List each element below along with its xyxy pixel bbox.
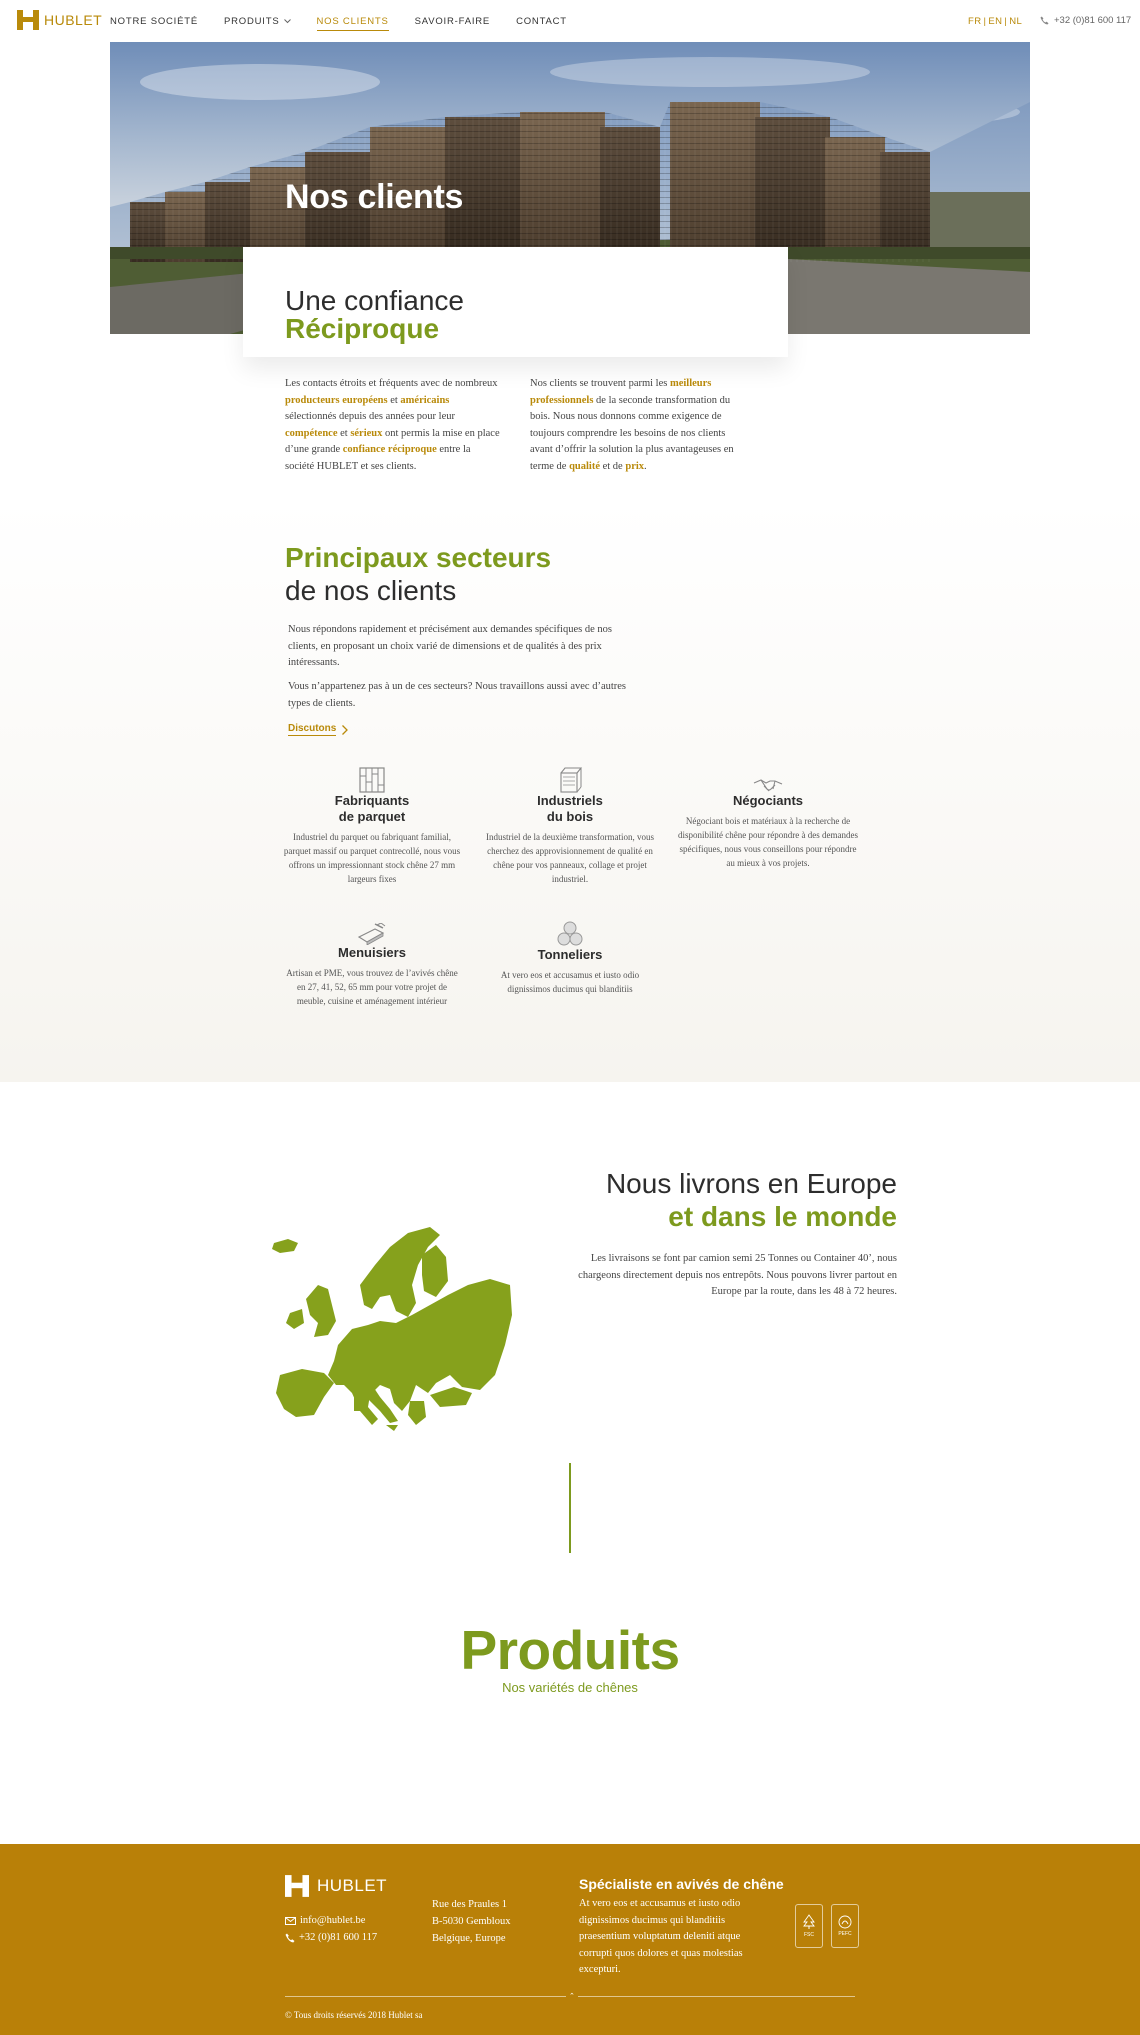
footer-email[interactable]: info@hublet.be — [285, 1912, 377, 1929]
sector-tile-negociants: Négociants Négociant bois et matériaux à… — [678, 779, 858, 870]
footer-logo[interactable]: HUBLET — [285, 1875, 387, 1897]
address-line: Belgique, Europe — [432, 1933, 506, 1944]
sector-tile-tonneliers: Tonneliers At vero eos et accusamus et i… — [480, 921, 660, 996]
footer-address: Rue des Praules 1 B-5030 Gembloux Belgiq… — [432, 1896, 510, 1947]
sectors-title-line2: de nos clients — [285, 575, 457, 606]
discutons-link[interactable]: Discutons — [288, 723, 349, 736]
chevron-right-icon — [342, 724, 349, 735]
products-subtitle: Nos variétés de chênes — [502, 1680, 638, 1695]
address-line: B-5030 Gembloux — [432, 1916, 511, 1927]
footer-contact: info@hublet.be +32 (0)81 600 117 — [285, 1912, 377, 1946]
sector-title: Tonneliers — [537, 947, 603, 962]
lang-separator: | — [1004, 16, 1008, 27]
intro-text-right: Nos clients se trouvent parmi les meille… — [530, 376, 740, 475]
highlight-text: prix — [625, 460, 645, 472]
europe-text: Les livraisons se font par camion semi 2… — [578, 1253, 897, 1297]
fsc-label: FSC — [804, 1932, 814, 1938]
highlight-text: américains — [400, 394, 450, 406]
body-text: sélectionnés depuis des années pour leur — [285, 411, 455, 422]
body-text: Nos clients se trouvent parmi les — [530, 378, 670, 389]
discutons-label: Discutons — [288, 723, 337, 736]
sector-title: Industriels du bois — [537, 793, 603, 824]
lang-fr[interactable]: FR — [968, 16, 981, 27]
footer-phone-text: +32 (0)81 600 117 — [299, 1932, 378, 1943]
sector-tile-menuisiers: Menuisiers Artisan et PME, vous trouvez … — [282, 923, 462, 1008]
highlight-text: producteurs européens — [285, 394, 388, 406]
sector-desc: Industriel de la deuxième transformation… — [486, 832, 654, 884]
nav-produits[interactable]: PRODUITS — [224, 16, 291, 27]
intro-text-left: Les contacts étroits et fréquents avec d… — [285, 376, 500, 475]
page-title: Nos clients — [285, 178, 464, 216]
certification-badges: FSC PEFC — [795, 1904, 859, 1948]
language-switcher: FR | EN | NL — [968, 16, 1022, 27]
saw-icon — [282, 923, 462, 945]
chevron-down-icon — [283, 18, 291, 23]
sectors-title-line1: Principaux secteurs — [285, 542, 552, 573]
brand-logo[interactable]: HUBLET — [17, 10, 102, 30]
lang-en[interactable]: EN — [988, 16, 1002, 27]
header-phone-text: +32 (0)81 600 117 — [1054, 15, 1132, 26]
pefc-label: PEFC — [838, 1931, 852, 1937]
products-title: Produits — [460, 1619, 680, 1681]
pefc-badge: PEFC — [831, 1904, 859, 1948]
lang-nl[interactable]: NL — [1009, 16, 1022, 27]
lang-separator: | — [983, 16, 987, 27]
site-header: HUBLET NOTRE SOCIÉTÉ PRODUITS NOS CLIENT… — [0, 0, 1140, 42]
footer-phone[interactable]: +32 (0)81 600 117 — [285, 1929, 377, 1946]
fsc-badge: FSC — [795, 1904, 823, 1948]
industrial-icon — [480, 763, 660, 793]
footer-brand-name: HUBLET — [317, 1876, 388, 1895]
hublet-logo-icon — [285, 1875, 309, 1897]
nav-savoir-faire[interactable]: SAVOIR-FAIRE — [415, 16, 490, 27]
copyright: © Tous droits réservés 2018 Hublet sa — [285, 2010, 423, 2020]
section-divider — [569, 1463, 571, 1553]
highlight-text: compétence — [285, 427, 338, 439]
footer-email-text: info@hublet.be — [300, 1915, 366, 1926]
sector-desc: Négociant bois et matériaux à la recherc… — [678, 816, 858, 868]
chevron-up-icon[interactable]: ⌃ — [566, 1992, 578, 2000]
phone-icon — [285, 1933, 295, 1942]
tree-icon — [803, 1914, 815, 1929]
site-footer: HUBLET info@hublet.be +32 (0)81 600 117 … — [0, 1844, 1140, 2035]
body-text: et — [387, 394, 401, 406]
footer-text: At vero eos et accusamus et iusto odio d… — [579, 1898, 743, 1975]
handshake-icon — [678, 779, 858, 793]
sector-desc: Artisan et PME, vous trouvez de l’avivés… — [286, 968, 458, 1006]
sector-desc: At vero eos et accusamus et iusto odio d… — [500, 970, 640, 994]
sector-tile-parquet: Fabriquants de parquet Industriel du par… — [282, 763, 462, 886]
phone-icon — [1040, 16, 1049, 25]
body-text: et de — [599, 460, 626, 472]
card-title-line2: Réciproque — [285, 313, 440, 344]
barrels-icon — [480, 921, 660, 947]
body-text: Les contacts étroits et fréquents avec d… — [285, 378, 498, 389]
header-phone[interactable]: +32 (0)81 600 117 — [1040, 15, 1131, 26]
highlight-text: qualité — [569, 460, 600, 472]
pefc-icon — [838, 1915, 852, 1929]
highlight-text: confiance réciproque — [342, 444, 437, 455]
parquet-icon — [282, 763, 462, 793]
nav-nos-clients[interactable]: NOS CLIENTS — [316, 16, 389, 31]
sector-title: Négociants — [732, 793, 804, 808]
mail-icon — [285, 1916, 296, 1925]
sector-desc: Industriel du parquet ou fabriquant fami… — [283, 832, 461, 884]
brand-name: HUBLET — [44, 12, 103, 28]
highlight-text: sérieux — [350, 427, 383, 439]
body-text: . — [644, 460, 647, 472]
sector-title: Menuisiers — [338, 945, 406, 960]
sector-title: Fabriquants de parquet — [334, 793, 410, 824]
europe-map — [240, 1225, 515, 1440]
footer-heading: Spécialiste en avivés de chêne — [579, 1876, 784, 1892]
nav-notre-societe[interactable]: NOTRE SOCIÉTÉ — [110, 16, 198, 27]
sectors-text-2: Vous n’appartenez pas à un de ces secteu… — [288, 681, 627, 709]
body-text: et — [337, 427, 351, 439]
nav-contact[interactable]: CONTACT — [516, 16, 567, 27]
europe-title-line1: Nous livrons en Europe — [605, 1168, 897, 1199]
sector-tile-industriels: Industriels du bois Industriel de la deu… — [480, 763, 660, 886]
sectors-text-1: Nous répondons rapidement et précisément… — [288, 624, 612, 668]
europe-title-line2: et dans le monde — [668, 1201, 897, 1232]
address-line: Rue des Praules 1 — [432, 1899, 507, 1910]
main-nav: NOTRE SOCIÉTÉ PRODUITS NOS CLIENTS SAVOI… — [110, 0, 593, 42]
nav-produits-label: PRODUITS — [224, 15, 280, 27]
hublet-logo-icon — [17, 10, 39, 30]
